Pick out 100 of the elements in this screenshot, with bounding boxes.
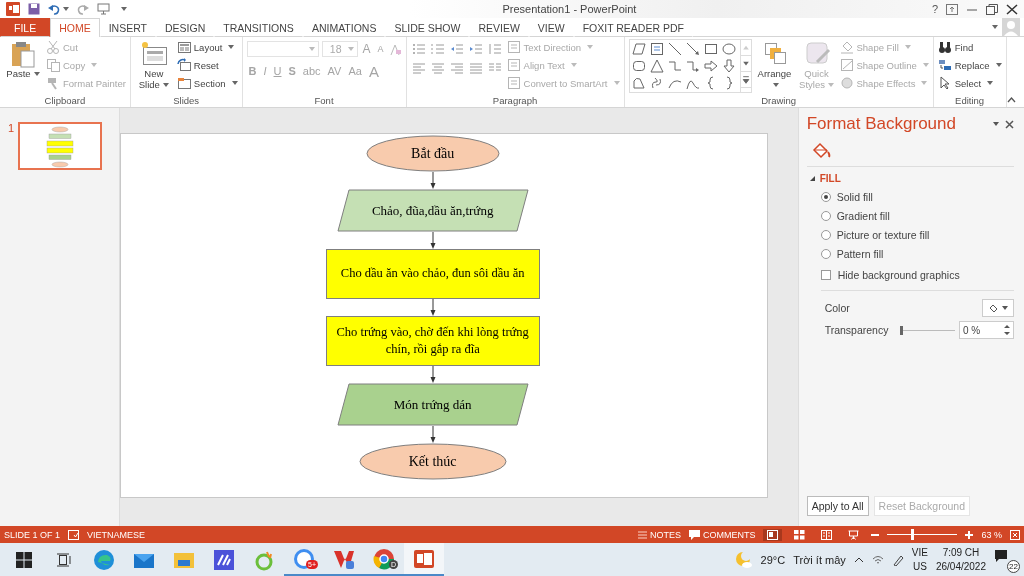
ribbon-button[interactable]: Layout — [176, 39, 238, 55]
notification-count: 22 — [1007, 559, 1020, 573]
shape-text: Chảo, đũa,dầu ăn,trứng — [370, 201, 495, 219]
radio-button[interactable] — [820, 211, 831, 221]
zoom-level[interactable]: 63 % — [981, 529, 1002, 540]
parallelogram-icon[interactable] — [631, 42, 646, 56]
caret-icon — [308, 47, 315, 51]
radio-option[interactable]: Solid fill — [820, 190, 1014, 204]
arrow — [430, 171, 436, 189]
slider-thumb[interactable] — [910, 529, 914, 540]
scribble-icon[interactable] — [649, 76, 664, 90]
rectangle-icon[interactable] — [703, 42, 718, 56]
fill-bucket-icon[interactable] — [810, 142, 831, 160]
radio-option[interactable]: Pattern fill — [820, 247, 1014, 261]
color-picker-button[interactable] — [982, 299, 1014, 317]
bullet-list-icon — [411, 42, 426, 56]
slide-thumbnail[interactable] — [18, 122, 103, 170]
wifi-icon[interactable] — [871, 553, 884, 566]
save-icon[interactable] — [28, 3, 40, 15]
caret-icon — [827, 83, 834, 88]
slider-thumb[interactable] — [900, 325, 903, 335]
collapse-ribbon-icon[interactable] — [1006, 97, 1016, 103]
input-language[interactable]: VIE US — [911, 545, 928, 574]
group-label: Editing — [954, 94, 986, 107]
caret-icon — [921, 81, 928, 85]
fill-section-header[interactable]: FILL — [806, 173, 1014, 184]
right-arrow-icon[interactable] — [703, 59, 718, 73]
clock-time[interactable]: 7:09 CH — [942, 545, 980, 560]
browser-icon — [373, 547, 395, 570]
ribbon-button[interactable]: Arrange — [755, 39, 794, 91]
ribbon-button[interactable]: Reset — [176, 57, 238, 73]
ribbon-button[interactable]: Replace — [937, 57, 1002, 73]
temperature[interactable]: 29°C — [760, 553, 786, 566]
view-button[interactable] — [763, 528, 783, 541]
close-icon[interactable] — [1006, 3, 1018, 15]
ribbon-button[interactable]: New Slide — [134, 39, 173, 91]
line-icon[interactable] — [667, 42, 682, 56]
ribbon-button[interactable]: Select — [937, 75, 1002, 91]
triangle-icon[interactable] — [649, 59, 664, 73]
down-arrow-icon[interactable] — [721, 59, 736, 73]
arrow-line-icon[interactable] — [685, 42, 700, 56]
increase-indent-icon — [468, 42, 483, 56]
clock-date[interactable]: 26/04/2022 — [935, 559, 986, 574]
ribbon-button[interactable]: Paste — [4, 39, 42, 80]
transparency-field[interactable]: 0 % — [959, 321, 1014, 339]
checkbox[interactable] — [820, 270, 831, 280]
window-title: Presentation1 - PowerPoint — [501, 3, 638, 15]
radio-button[interactable] — [820, 192, 831, 202]
caret-icon — [231, 81, 238, 85]
slide-counter: SLIDE 1 OF 1 — [4, 529, 61, 540]
language-button[interactable]: VIETNAMESE — [87, 529, 146, 540]
text-box-icon[interactable] — [649, 42, 664, 56]
ribbon-button[interactable]: Find — [937, 39, 1002, 55]
caret-icon — [347, 47, 354, 51]
shape-text: Cho trứng vào, chờ đến khi lòng trứng chín, rồi gắp ra đĩa — [335, 323, 530, 358]
fit-to-window-icon[interactable] — [1010, 529, 1020, 540]
help-button[interactable]: ? — [931, 3, 938, 15]
radio-button[interactable] — [820, 249, 831, 259]
font-name-field[interactable] — [246, 41, 319, 57]
ribbon-button[interactable]: Section — [176, 75, 238, 91]
zoom-in-icon[interactable] — [965, 530, 974, 539]
notification-icon[interactable] — [994, 548, 1008, 563]
undo-button[interactable] — [48, 3, 69, 15]
weather-text[interactable]: Trời ít mây — [793, 553, 846, 566]
slide-number: 1 — [8, 122, 15, 134]
caret-icon — [570, 63, 577, 67]
ribbon-tab[interactable]: HOME — [50, 18, 100, 37]
slide-show-icon — [848, 529, 860, 540]
radio-option[interactable]: Gradient fill — [820, 209, 1014, 223]
cursor-icon — [937, 76, 952, 90]
comments-button[interactable]: COMMENTS — [689, 529, 756, 540]
caret-icon — [228, 45, 235, 49]
radio-button[interactable] — [820, 230, 831, 240]
notes-button[interactable]: NOTES — [637, 529, 681, 540]
reset-icon — [176, 58, 191, 72]
oval-icon[interactable] — [721, 42, 736, 56]
file-tab[interactable]: FILE — [0, 18, 51, 37]
presentation-app-icon[interactable] — [6, 2, 20, 16]
undo-icon — [48, 3, 60, 15]
caret-icon — [904, 45, 911, 49]
comment-icon — [689, 529, 700, 540]
smartart-icon — [506, 76, 521, 90]
presentation-screen-icon[interactable] — [97, 3, 110, 15]
elbow-arrow-icon[interactable] — [685, 59, 700, 73]
spell-check-icon[interactable] — [68, 529, 80, 540]
scissors-icon — [46, 40, 60, 54]
rounded-rectangle-icon[interactable] — [631, 59, 646, 73]
decrease-indent-icon — [449, 42, 464, 56]
windows-logo-icon — [16, 551, 32, 568]
chevron-up-icon[interactable] — [853, 556, 864, 563]
ribbon-display-icon[interactable] — [946, 3, 958, 15]
shape-text: Món trứng dán — [392, 395, 473, 413]
text-direction-icon — [506, 40, 521, 54]
restore-icon[interactable] — [986, 3, 998, 15]
freeform-icon[interactable] — [631, 76, 646, 90]
checkbox-option[interactable]: Hide background graphics — [820, 268, 1014, 282]
redo-icon[interactable] — [77, 3, 89, 15]
apply-button[interactable]: Apply to All — [806, 496, 869, 516]
close-icon[interactable] — [1005, 119, 1014, 129]
radio-option[interactable]: Picture or texture fill — [820, 228, 1014, 242]
